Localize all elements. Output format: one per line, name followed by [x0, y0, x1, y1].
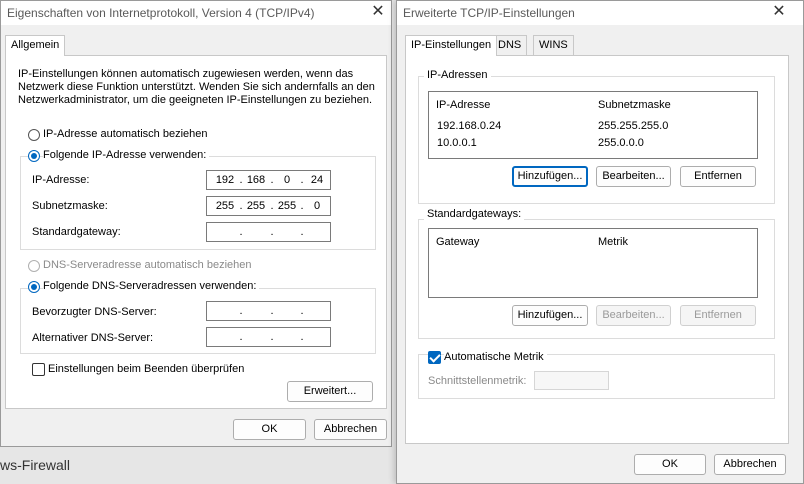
radio-manual-ip-label: Folgende IP-Adresse verwenden:: [43, 149, 210, 161]
mask-octet-1: 255: [215, 200, 235, 212]
subnet-mask-input[interactable]: 255 . 255 . 255 . 0: [206, 196, 331, 216]
radio-auto-ip[interactable]: [28, 129, 40, 141]
add-gateway-button[interactable]: Hinzufügen...: [512, 305, 588, 326]
ip-octet-3: 0: [283, 174, 291, 186]
dns1-label: Bevorzugter DNS-Server:: [32, 306, 157, 318]
mask-octet-4: 0: [313, 200, 321, 212]
ip-address-list[interactable]: IP-Adresse Subnetzmaske 192.168.0.24 255…: [428, 91, 758, 159]
ip-octet-2: 168: [246, 174, 266, 186]
title-bar: Erweiterte TCP/IP-Einstellungen ✕: [397, 1, 803, 25]
tab-allgemein[interactable]: Allgemein: [5, 35, 66, 56]
background-taskbar-text: ws-Firewall: [0, 457, 70, 473]
table-row-ip[interactable]: 192.168.0.24: [437, 120, 501, 132]
tab-ip-settings[interactable]: IP-Einstellungen: [405, 35, 498, 56]
table-row-mask[interactable]: 255.0.0.0: [598, 137, 644, 149]
validate-on-exit-label: Einstellungen beim Beenden überprüfen: [48, 363, 245, 375]
add-ip-button[interactable]: Hinzufügen...: [512, 166, 588, 187]
tab-dns[interactable]: DNS: [492, 35, 528, 55]
dns1-dot: .: [300, 305, 304, 317]
gateways-group-label: Standardgateways:: [424, 208, 525, 220]
intro-text-line1: IP-Einstellungen können automatisch zuge…: [18, 68, 354, 80]
mask-octet-3: 255: [277, 200, 297, 212]
dns2-dot: .: [270, 331, 274, 343]
radio-auto-ip-label: IP-Adresse automatisch beziehen: [43, 128, 208, 140]
cancel-button[interactable]: Abbrechen: [314, 419, 387, 440]
auto-metric-checkbox[interactable]: [428, 351, 441, 364]
title-bar: Eigenschaften von Internetprotokoll, Ver…: [1, 1, 391, 25]
interface-metric-label: Schnittstellenmetrik:: [428, 375, 527, 387]
dns2-dot: .: [300, 331, 304, 343]
dns1-input[interactable]: . . .: [206, 301, 331, 321]
table-row-mask[interactable]: 255.255.255.0: [598, 120, 668, 132]
dns2-dot: .: [239, 331, 243, 343]
edit-gateway-button[interactable]: Bearbeiten...: [596, 305, 671, 326]
ip-address-input[interactable]: 192 . 168 . 0 . 24: [206, 170, 331, 190]
gateway-dot: .: [239, 226, 243, 238]
ip-addresses-group-label: IP-Adressen: [424, 69, 491, 81]
dialog-title: Erweiterte TCP/IP-Einstellungen: [403, 6, 575, 20]
auto-metric-label: Automatische Metrik: [444, 351, 547, 363]
radio-manual-dns[interactable]: [28, 281, 40, 293]
cancel-button[interactable]: Abbrechen: [714, 454, 786, 475]
advanced-tcpip-dialog: Erweiterte TCP/IP-Einstellungen ✕ IP-Ein…: [396, 0, 804, 484]
edit-ip-button[interactable]: Bearbeiten...: [596, 166, 671, 187]
ok-button[interactable]: OK: [634, 454, 706, 475]
gateway-label: Standardgateway:: [32, 226, 121, 238]
remove-ip-button[interactable]: Entfernen: [680, 166, 756, 187]
advanced-button[interactable]: Erweitert...: [287, 381, 373, 402]
close-icon[interactable]: ✕: [367, 2, 389, 24]
dns2-input[interactable]: . . .: [206, 327, 331, 347]
dns1-dot: .: [239, 305, 243, 317]
radio-manual-dns-label: Folgende DNS-Serveradressen verwenden:: [43, 280, 260, 292]
interface-metric-input[interactable]: [534, 371, 609, 390]
ipv4-properties-dialog: Eigenschaften von Internetprotokoll, Ver…: [0, 0, 392, 447]
gateway-dot: .: [300, 226, 304, 238]
ip-settings-panel: IP-Adressen IP-Adresse Subnetzmaske 192.…: [405, 55, 789, 444]
intro-text-line2: Netzwerk diese Funktion unterstützt. Wen…: [18, 81, 375, 93]
ip-octet-1: 192: [215, 174, 235, 186]
radio-auto-dns[interactable]: [28, 260, 40, 272]
gateway-input[interactable]: . . .: [206, 222, 331, 242]
radio-auto-dns-label: DNS-Serveradresse automatisch beziehen: [43, 259, 252, 271]
dns2-label: Alternativer DNS-Server:: [32, 332, 154, 344]
ok-button[interactable]: OK: [233, 419, 306, 440]
ip-address-label: IP-Adresse:: [32, 174, 90, 186]
col-header-gateway: Gateway: [436, 236, 480, 248]
mask-octet-2: 255: [246, 200, 266, 212]
intro-text-line3: Netzwerkadministrator, um die geeigneten…: [18, 94, 373, 106]
dns1-dot: .: [270, 305, 274, 317]
tab-wins[interactable]: WINS: [533, 35, 574, 55]
table-row-ip[interactable]: 10.0.0.1: [437, 137, 477, 149]
general-tab-panel: IP-Einstellungen können automatisch zuge…: [5, 55, 387, 409]
close-icon[interactable]: ✕: [768, 2, 790, 24]
col-header-metric: Metrik: [598, 236, 628, 248]
validate-on-exit-checkbox[interactable]: [32, 363, 45, 376]
col-header-ip: IP-Adresse: [436, 99, 491, 111]
col-header-mask: Subnetzmaske: [598, 99, 671, 111]
dialog-title: Eigenschaften von Internetprotokoll, Ver…: [7, 6, 315, 20]
remove-gateway-button[interactable]: Entfernen: [680, 305, 756, 326]
ip-octet-4: 24: [310, 174, 324, 186]
subnet-mask-label: Subnetzmaske:: [32, 200, 108, 212]
gateway-list[interactable]: Gateway Metrik: [428, 228, 758, 298]
radio-manual-ip[interactable]: [28, 150, 40, 162]
gateway-dot: .: [270, 226, 274, 238]
